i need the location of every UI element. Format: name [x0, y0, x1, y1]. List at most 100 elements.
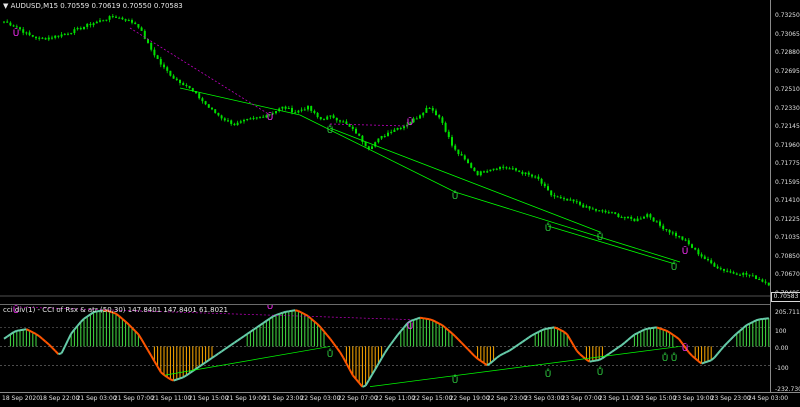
candle-body [553, 195, 555, 196]
cci-line [26, 329, 29, 331]
price-trendline [330, 128, 600, 232]
candle-body [448, 132, 450, 137]
candle-body [371, 146, 373, 149]
candle-body [614, 212, 616, 214]
candle-body [589, 206, 591, 208]
price-axis-label: 0.71225 [775, 216, 800, 223]
candle-body [467, 159, 469, 163]
cci-line [458, 340, 461, 343]
cci-line [708, 360, 711, 361]
divergence-top-marker: Ū [267, 305, 274, 312]
candle-body [681, 236, 683, 239]
candle-body [637, 219, 639, 222]
cci-line [529, 335, 532, 337]
candle-body [617, 214, 619, 217]
candle-body [227, 120, 229, 121]
price-chart-pane[interactable]: ŪŪŪŪŮŮŮŮŮ [0, 0, 770, 298]
candle-body [627, 217, 629, 218]
divergence-line [330, 124, 408, 126]
candlestick-chart: ŪŪŪŪŮŮŮŮŮ [0, 0, 770, 298]
candle-body [323, 119, 325, 120]
candle-body [445, 123, 447, 132]
candle-body [275, 111, 277, 113]
cci-line [545, 328, 548, 329]
cci-line [145, 345, 148, 350]
candle-body [96, 22, 98, 23]
candle-body [153, 50, 155, 56]
candle-body [365, 142, 367, 146]
time-scale[interactable]: 18 Sep 202018 Sep 22:0021 Sep 03:0021 Se… [0, 392, 800, 407]
candle-body [358, 134, 360, 136]
cci-line [426, 319, 429, 320]
candle-body [685, 240, 687, 241]
candle-body [422, 113, 424, 115]
candle-body [16, 26, 18, 27]
candle-body [256, 117, 258, 118]
cci-line [410, 320, 413, 321]
candle-body [486, 171, 488, 172]
candle-body [317, 113, 319, 117]
candle-body [99, 20, 101, 21]
cci-line [228, 345, 231, 347]
time-axis-label: 23 Sep 03:00 [524, 395, 564, 402]
cci-line [417, 318, 420, 319]
candle-body [646, 214, 648, 217]
candle-body [720, 268, 722, 269]
cci-line [231, 343, 234, 345]
cci-line [20, 330, 23, 331]
candle-body [224, 118, 226, 120]
cci-line [471, 353, 474, 356]
cci-line [462, 343, 465, 346]
candle-body [211, 108, 213, 110]
cci-line [500, 354, 503, 356]
cci-line [52, 348, 55, 351]
candle-body [643, 217, 645, 219]
candle-body [48, 38, 50, 40]
time-axis-label: 22 Sep 15:00 [412, 395, 452, 402]
candle-body [51, 38, 53, 39]
candle-body [758, 279, 760, 280]
cci-line [414, 319, 417, 320]
price-scale[interactable]: 0.732500.730650.728800.726950.725100.723… [770, 0, 800, 392]
candle-body [310, 106, 312, 111]
candle-body [761, 280, 763, 282]
price-axis-label: 0.71775 [775, 160, 800, 167]
candle-body [73, 29, 75, 33]
cci-line [580, 354, 583, 357]
cci-line [295, 310, 298, 311]
cci-line [4, 337, 7, 339]
candle-body [710, 260, 712, 263]
candle-body [105, 20, 107, 21]
candle-body [595, 209, 597, 211]
candle-body [512, 168, 514, 169]
cci-line [548, 328, 551, 329]
chart-window[interactable]: ŪŪŪŪŮŮŮŮŮ ▼ AUDUSD,M15 0.70559 0.70619 0… [0, 0, 800, 406]
divergence-top-marker: Ū [267, 112, 274, 123]
divergence-line [130, 28, 270, 115]
time-axis-label: 23 Sep 11:00 [599, 395, 639, 402]
candle-body [313, 111, 315, 113]
candle-body [198, 93, 200, 98]
cci-line [423, 318, 426, 319]
candle-body [137, 24, 139, 27]
candle-body [384, 136, 386, 137]
candle-body [640, 219, 642, 220]
candle-body [285, 107, 287, 109]
price-axis-label: 0.71595 [775, 179, 800, 186]
divergence-bottom-marker: Ů [452, 374, 459, 386]
candle-body [41, 38, 43, 39]
candle-body [397, 128, 399, 130]
candle-body [131, 20, 133, 23]
candle-body [201, 98, 203, 101]
cci-line [330, 339, 333, 343]
time-axis-label: 21 Sep 07:00 [114, 395, 154, 402]
cci-line [222, 349, 225, 351]
cci-line [362, 386, 365, 387]
candle-body [585, 206, 587, 207]
indicator-pane[interactable]: ŪŪŪŪŮŮŮŮŮŮ [0, 304, 770, 393]
cci-line [234, 341, 237, 343]
cci-line [628, 337, 631, 340]
candle-body [381, 136, 383, 139]
cci-line [388, 344, 391, 348]
candle-body [93, 23, 95, 25]
